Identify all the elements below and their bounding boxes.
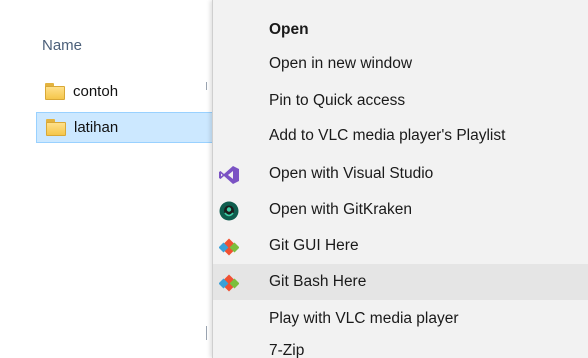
menu-item-label: Play with VLC media player: [269, 310, 459, 327]
folder-icon: [46, 119, 66, 136]
context-menu: Open Open in new window Pin to Quick acc…: [212, 0, 588, 358]
menu-item-git-gui-here[interactable]: Git GUI Here: [213, 228, 588, 264]
git-icon: [218, 272, 240, 294]
menu-item-label: 7-Zip: [269, 342, 305, 358]
menu-item-pin-quick-access[interactable]: Pin to Quick access: [213, 83, 588, 119]
git-icon: [218, 236, 240, 258]
menu-item-label: Open: [269, 21, 309, 38]
menu-item-label: Git GUI Here: [269, 237, 359, 254]
menu-item-open-visual-studio[interactable]: Open with Visual Studio: [213, 156, 588, 192]
file-row-latihan[interactable]: latihan: [36, 112, 214, 143]
menu-item-open[interactable]: Open: [213, 12, 588, 48]
file-name: latihan: [74, 119, 119, 136]
menu-item-git-bash-here[interactable]: Git Bash Here: [213, 264, 588, 300]
gitkraken-icon: [218, 200, 240, 222]
folder-icon: [45, 82, 65, 100]
name-column-header[interactable]: Name: [42, 37, 82, 54]
menu-item-label: Git Bash Here: [269, 273, 367, 290]
menu-item-open-gitkraken[interactable]: Open with GitKraken: [213, 192, 588, 228]
file-row-contoh[interactable]: contoh: [36, 77, 214, 105]
menu-item-add-vlc-playlist[interactable]: Add to VLC media player's Playlist: [213, 118, 588, 154]
file-name: contoh: [73, 82, 119, 100]
column-divider[interactable]: [206, 326, 207, 340]
menu-item-label: Open in new window: [269, 55, 413, 72]
visual-studio-icon: [218, 164, 240, 186]
menu-item-label: Open with Visual Studio: [269, 165, 434, 182]
file-explorer-pane: Name contoh latihan: [0, 0, 214, 358]
menu-item-label: Open with GitKraken: [269, 201, 413, 218]
menu-item-label: Pin to Quick access: [269, 92, 406, 109]
menu-item-label: Add to VLC media player's Playlist: [269, 127, 506, 144]
menu-item-open-new-window[interactable]: Open in new window: [213, 46, 588, 82]
menu-item-7zip[interactable]: 7-Zip: [213, 338, 588, 358]
menu-item-play-vlc[interactable]: Play with VLC media player: [213, 301, 588, 337]
